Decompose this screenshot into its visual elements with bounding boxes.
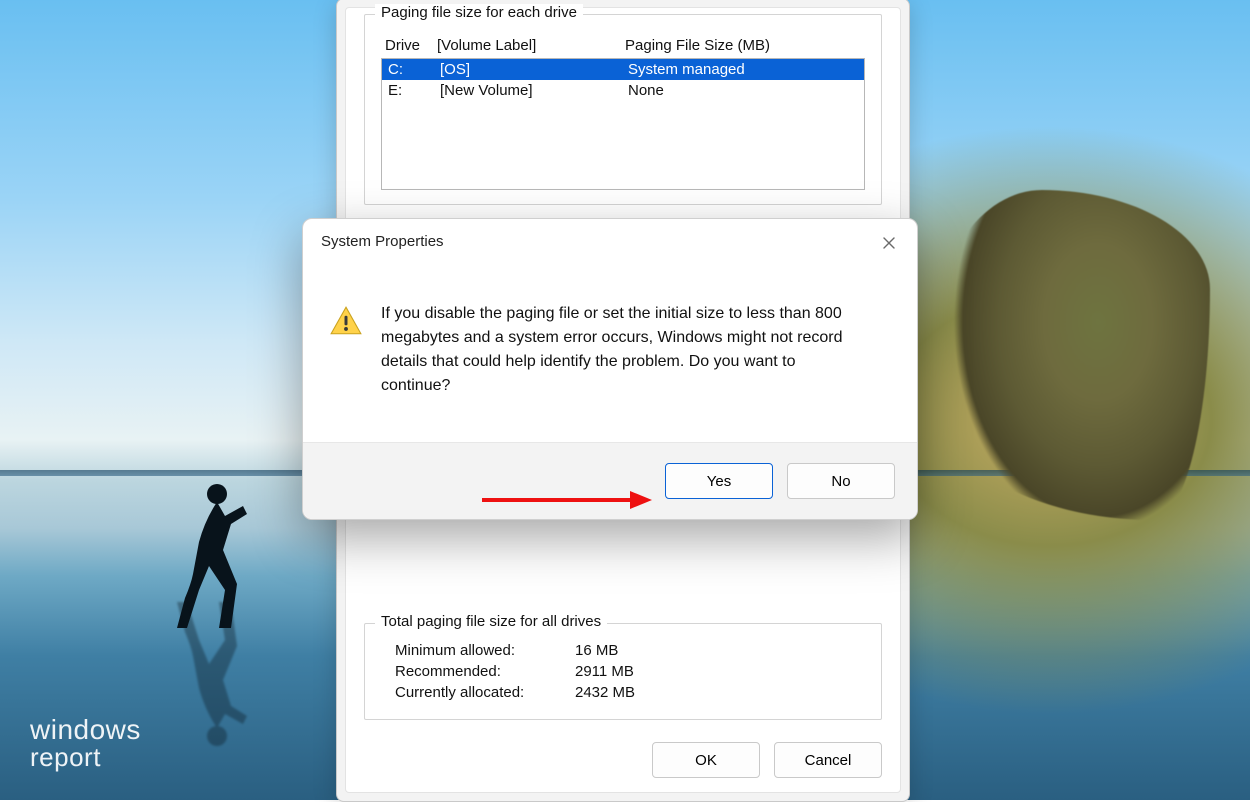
yes-button[interactable]: Yes xyxy=(665,463,773,499)
drive-volume: [New Volume] xyxy=(440,82,628,99)
col-volume: [Volume Label] xyxy=(437,37,625,54)
warning-icon xyxy=(329,302,363,398)
drive-size: None xyxy=(628,82,858,99)
drive-list-header: Drive [Volume Label] Paging File Size (M… xyxy=(385,37,867,54)
runner-reflection xyxy=(165,630,255,750)
min-allowed-value: 16 MB xyxy=(575,642,618,659)
drive-row-e[interactable]: E: [New Volume] None xyxy=(382,80,864,101)
recommended-label: Recommended: xyxy=(395,663,575,680)
drive-letter: E: xyxy=(388,82,440,99)
msgbox-title: System Properties xyxy=(303,219,917,250)
currently-allocated-label: Currently allocated: xyxy=(395,684,575,701)
drive-letter: C: xyxy=(388,61,440,78)
col-size: Paging File Size (MB) xyxy=(625,37,867,54)
cancel-button[interactable]: Cancel xyxy=(774,742,882,778)
currently-allocated-value: 2432 MB xyxy=(575,684,635,701)
col-drive: Drive xyxy=(385,37,437,54)
close-icon[interactable] xyxy=(875,229,903,257)
drive-row-c[interactable]: C: [OS] System managed xyxy=(382,59,864,80)
drive-volume: [OS] xyxy=(440,61,628,78)
watermark-line1: windows xyxy=(30,716,141,744)
paging-group-label: Paging file size for each drive xyxy=(375,4,583,21)
msgbox-text: If you disable the paging file or set th… xyxy=(381,302,861,398)
drive-size: System managed xyxy=(628,61,858,78)
watermark-line2: report xyxy=(30,744,141,770)
system-properties-msgbox: System Properties If you disable the pag… xyxy=(302,218,918,520)
drive-list[interactable]: C: [OS] System managed E: [New Volume] N… xyxy=(381,58,865,190)
min-allowed-label: Minimum allowed: xyxy=(395,642,575,659)
no-button[interactable]: No xyxy=(787,463,895,499)
totals-group-label: Total paging file size for all drives xyxy=(375,613,607,630)
watermark: windows report xyxy=(30,716,141,770)
ok-button[interactable]: OK xyxy=(652,742,760,778)
recommended-value: 2911 MB xyxy=(575,663,634,680)
